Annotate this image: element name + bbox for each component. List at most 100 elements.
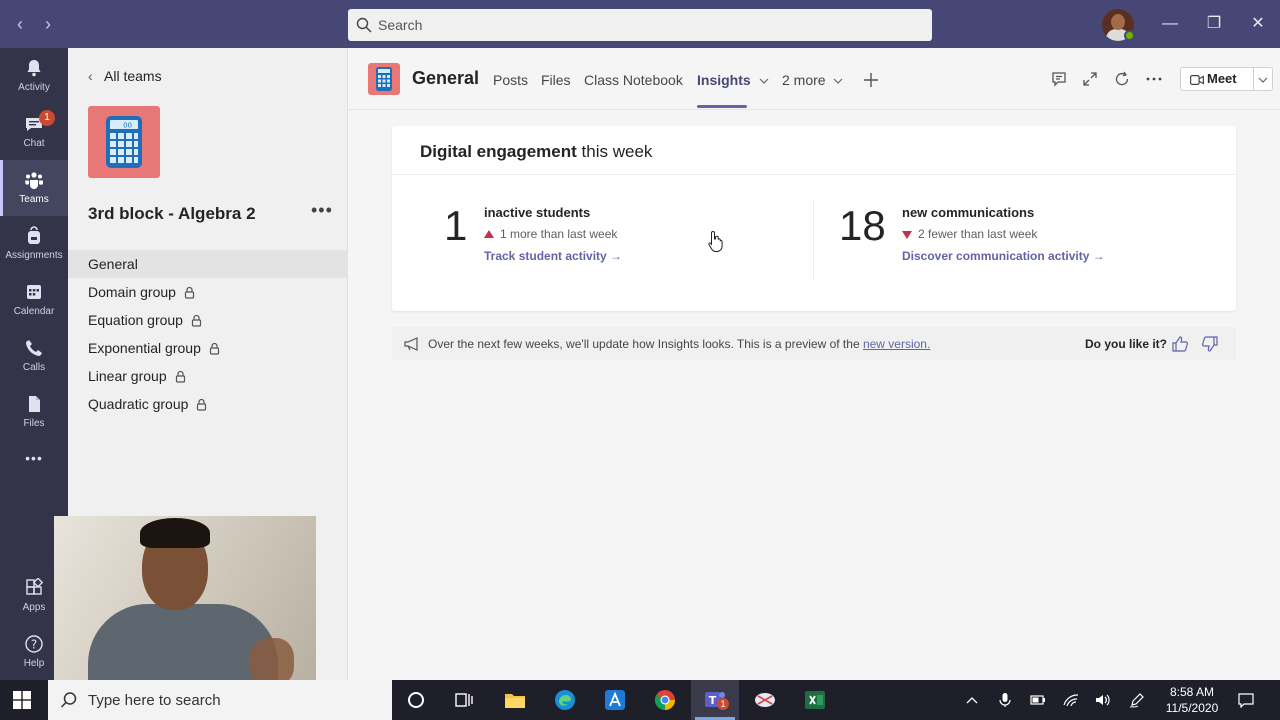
excel-icon[interactable]	[803, 688, 827, 712]
rail-item-files[interactable]: Files	[0, 384, 68, 440]
chevron-down-icon	[759, 78, 768, 84]
taskbar-search-placeholder: Type here to search	[88, 692, 221, 709]
track-student-activity-link[interactable]: Track student activity →	[484, 249, 622, 263]
all-teams-link[interactable]: ‹ All teams	[88, 68, 162, 88]
feedback-question: Do you like it?	[1085, 337, 1168, 351]
rail-item-chat[interactable]: 1 Chat	[0, 104, 68, 160]
add-tab-icon[interactable]	[862, 71, 880, 89]
new-communications-label: new communications	[902, 205, 1035, 220]
channel-label: Exponential group	[88, 340, 201, 356]
tab-insights-label: Insights	[697, 72, 751, 88]
digital-engagement-card: Digital engagement this week 1 inactive …	[392, 126, 1236, 311]
tab-more[interactable]: 2 more	[782, 72, 843, 88]
inactive-students-label: inactive students	[484, 205, 591, 220]
wifi-icon[interactable]	[1063, 692, 1079, 708]
chevron-left-icon: ‹	[88, 68, 93, 84]
channel-team-avatar	[368, 63, 400, 95]
bell-icon	[27, 60, 41, 77]
more-icon: •••	[25, 450, 43, 466]
rail-item-teams[interactable]: Teams	[0, 160, 68, 216]
lock-icon	[184, 286, 195, 299]
tab-files[interactable]: Files	[541, 72, 571, 88]
taskbar-search-box[interactable]: Type here to search	[48, 680, 392, 720]
meet-button[interactable]: Meet	[1180, 67, 1254, 91]
webcam-person-hand	[250, 638, 294, 680]
card-title-bold: Digital engagement	[420, 142, 577, 161]
backpack-icon	[28, 226, 40, 244]
channel-linear-group[interactable]: Linear group	[68, 362, 348, 390]
rail-label: Chat	[23, 138, 45, 149]
card-divider	[392, 174, 1236, 175]
file-icon	[29, 396, 40, 412]
rail-item-calls[interactable]: Calls	[0, 328, 68, 384]
cortana-icon[interactable]	[404, 688, 428, 712]
clock-date: 11/5/2020	[1165, 701, 1219, 715]
thumbs-down-icon[interactable]	[1201, 336, 1219, 352]
back-arrow-icon[interactable]: ‹	[10, 14, 30, 34]
forward-arrow-icon[interactable]: ›	[38, 14, 58, 34]
channel-equation-group[interactable]: Equation group	[68, 306, 348, 334]
speaker-icon[interactable]	[1094, 692, 1110, 708]
close-icon[interactable]: ✕	[1246, 12, 1270, 36]
edge-browser-icon[interactable]	[553, 688, 577, 712]
task-view-icon[interactable]	[452, 688, 476, 712]
search-input[interactable]	[378, 9, 918, 41]
tab-more-label: 2 more	[782, 72, 826, 88]
pen-workspace-icon[interactable]	[1129, 692, 1145, 708]
azure-data-studio-icon[interactable]	[603, 688, 627, 712]
rail-item-activity[interactable]: Activity	[0, 48, 68, 104]
rail-more-button[interactable]: •••	[0, 440, 68, 480]
battery-icon[interactable]	[1030, 692, 1046, 708]
chrome-browser-icon[interactable]	[653, 688, 677, 712]
microphone-icon[interactable]	[997, 692, 1013, 708]
meet-dropdown-button[interactable]	[1253, 67, 1273, 91]
tab-posts[interactable]: Posts	[493, 72, 528, 88]
chat-badge: 1	[39, 110, 55, 126]
team-name: 3rd block - Algebra 2	[88, 204, 256, 223]
notifications-icon[interactable]	[1238, 692, 1254, 708]
chevron-up-icon[interactable]	[964, 692, 980, 708]
refresh-icon[interactable]	[1113, 70, 1131, 88]
search-icon	[356, 17, 372, 33]
minimize-icon[interactable]: —	[1158, 12, 1182, 36]
inactive-students-change: 1 more than last week	[484, 227, 617, 241]
conversation-icon[interactable]	[1050, 70, 1068, 88]
rail-label: Teams	[19, 194, 49, 205]
team-more-options-icon[interactable]: •••	[311, 200, 333, 221]
tab-insights[interactable]: Insights	[697, 72, 769, 88]
more-options-icon[interactable]	[1145, 70, 1163, 88]
rail-item-assignments[interactable]: Assignments	[0, 216, 68, 272]
triangle-down-icon	[902, 231, 912, 239]
windows-start-icon[interactable]	[13, 691, 31, 709]
change-text: 1 more than last week	[500, 227, 618, 241]
channel-header: General Posts Files Class Notebook Insig…	[348, 48, 1280, 110]
calculator-icon: 00	[106, 116, 142, 168]
search-icon	[60, 692, 77, 708]
file-explorer-icon[interactable]	[503, 688, 527, 712]
chevron-down-icon	[834, 78, 843, 84]
tab-class-notebook[interactable]: Class Notebook	[584, 72, 683, 88]
thumbs-up-icon[interactable]	[1171, 336, 1189, 352]
teams-window: ‹ › — ❐ ✕ Activity 1 Chat Teams Assignme…	[0, 0, 1280, 680]
system-clock[interactable]: 8:58 AM 11/5/2020	[1158, 684, 1226, 716]
rail-label: Activity	[18, 82, 50, 93]
channel-quadratic-group[interactable]: Quadratic group	[68, 390, 348, 418]
new-version-link[interactable]: new version.	[863, 337, 930, 351]
expand-icon[interactable]	[1081, 70, 1099, 88]
channel-general[interactable]: General	[68, 250, 348, 278]
channel-exponential-group[interactable]: Exponential group	[68, 334, 348, 362]
rail-label: Files	[23, 418, 45, 429]
clock-time: 8:58 AM	[1169, 685, 1215, 699]
channel-domain-group[interactable]: Domain group	[68, 278, 348, 306]
restore-icon[interactable]: ❐	[1202, 12, 1226, 36]
channel-label: Linear group	[88, 368, 167, 384]
metric-separator	[813, 200, 814, 280]
meet-label: Meet	[1207, 71, 1237, 86]
rail-item-calendar[interactable]: Calendar	[0, 272, 68, 328]
search-box[interactable]	[348, 9, 932, 41]
discover-communication-activity-link[interactable]: Discover communication activity →	[902, 249, 1105, 263]
title-bar: ‹ › — ❐ ✕	[0, 0, 1280, 48]
help-icon: ?	[25, 635, 43, 653]
channel-label: Quadratic group	[88, 396, 189, 412]
snipping-tool-icon[interactable]	[753, 688, 777, 712]
